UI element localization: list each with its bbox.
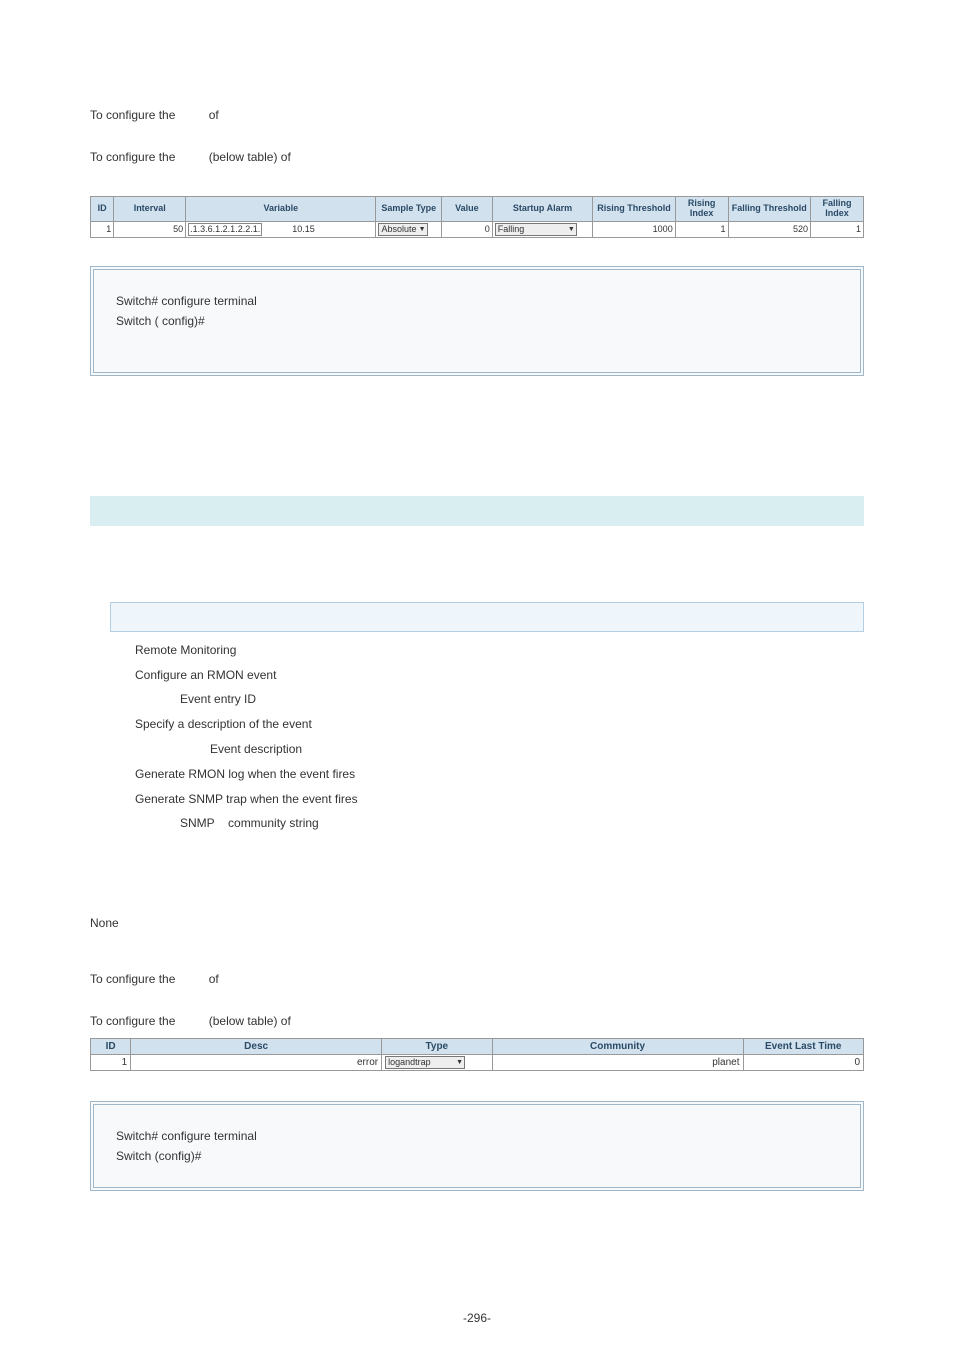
variable-input-a[interactable]: .1.3.6.1.2.1.2.2.1.	[188, 223, 262, 236]
txt: community string	[228, 816, 319, 830]
section-banner	[90, 496, 864, 550]
th-falling-index: Falling Index	[811, 197, 864, 222]
cell-interval[interactable]: 50	[114, 221, 186, 237]
code-line-blank	[116, 334, 838, 348]
def-configure: Configure an RMON event	[135, 667, 864, 684]
th-value: Value	[442, 197, 493, 222]
configure-line-1: To configure the of	[90, 106, 864, 124]
th-variable: Variable	[186, 197, 376, 222]
cell-community[interactable]: planet	[492, 1055, 743, 1071]
def-genlog: Generate RMON log when the event fires	[135, 766, 864, 783]
th-falling-threshold: Falling Threshold	[728, 197, 810, 222]
spec-header-bar	[110, 602, 864, 632]
page-number: -296-	[0, 1311, 954, 1325]
th-id: ID	[91, 1039, 131, 1055]
cell-sample-type[interactable]: Absolute	[376, 221, 442, 237]
cell-type[interactable]: logandtrap	[382, 1055, 492, 1071]
cell-id: 1	[91, 1055, 131, 1071]
code-line: Switch# configure terminal	[116, 1129, 838, 1143]
th-rising-index: Rising Index	[675, 197, 728, 222]
code-box-2: Switch# configure terminal Switch (confi…	[90, 1101, 864, 1191]
cell-rising-idx[interactable]: 1	[675, 221, 728, 237]
cell-desc[interactable]: error	[131, 1055, 382, 1071]
startup-select[interactable]: Falling	[495, 223, 577, 236]
txt: To configure the	[90, 1014, 175, 1028]
alarm-row: 1 50 .1.3.6.1.2.1.2.2.1. 10.15 Absolute …	[91, 221, 864, 237]
cell-rising-thr[interactable]: 1000	[593, 221, 675, 237]
th-startup-alarm: Startup Alarm	[492, 197, 592, 222]
def-eventdesc: Event description	[135, 741, 864, 758]
th-event-last: Event Last Time	[743, 1039, 864, 1055]
txt: SNMP	[180, 816, 215, 830]
def-rmon: Remote Monitoring	[135, 642, 864, 659]
txt: (below table) of	[209, 1014, 291, 1028]
th-desc: Desc	[131, 1039, 382, 1055]
def-gentrap: Generate SNMP trap when the event fires	[135, 791, 864, 808]
def-entryid: Event entry ID	[135, 691, 864, 708]
default-section: Default None	[90, 892, 864, 930]
configure-line-2: To configure the (below table) of	[90, 148, 864, 166]
th-id: ID	[91, 197, 114, 222]
txt: To configure the	[90, 972, 175, 986]
configure-line-3: To configure the of	[90, 970, 864, 988]
cell-falling-idx[interactable]: 1	[811, 221, 864, 237]
type-select[interactable]: logandtrap	[385, 1056, 465, 1069]
alarm-table: ID Interval Variable Sample Type Value S…	[90, 196, 864, 238]
cell-falling-thr[interactable]: 520	[728, 221, 810, 237]
th-type: Type	[382, 1039, 492, 1055]
cell-variable[interactable]: .1.3.6.1.2.1.2.2.1. 10.15	[186, 221, 376, 237]
event-table: ID Desc Type Community Event Last Time 1…	[90, 1038, 864, 1071]
th-rising-threshold: Rising Threshold	[593, 197, 675, 222]
cell-event-last: 0	[743, 1055, 864, 1071]
def-specify: Specify a description of the event	[135, 716, 864, 733]
th-interval: Interval	[114, 197, 186, 222]
txt: of	[209, 108, 219, 122]
txt: of	[209, 972, 219, 986]
cell-value: 0	[442, 221, 493, 237]
th-community: Community	[492, 1039, 743, 1055]
cell-startup[interactable]: Falling	[492, 221, 592, 237]
sample-type-select[interactable]: Absolute	[378, 223, 427, 236]
txt: To configure the	[90, 108, 175, 122]
code-line: Switch# configure terminal	[116, 294, 838, 308]
th-sample-type: Sample Type	[376, 197, 442, 222]
variable-input-b[interactable]: 10.15	[292, 224, 315, 234]
txt: To configure the	[90, 150, 175, 164]
event-row: 1 error logandtrap planet 0	[91, 1055, 864, 1071]
definition-list: Remote Monitoring Configure an RMON even…	[135, 642, 864, 832]
code-line: Switch ( config)#	[116, 314, 838, 328]
default-value: None	[90, 916, 864, 930]
code-line: Switch (config)#	[116, 1149, 838, 1163]
configure-line-4: To configure the (below table) of	[90, 1012, 864, 1030]
txt: (below table) of	[209, 150, 291, 164]
def-snmp: SNMP community string	[135, 815, 864, 832]
code-box-1: Switch# configure terminal Switch ( conf…	[90, 266, 864, 376]
cell-id: 1	[91, 221, 114, 237]
